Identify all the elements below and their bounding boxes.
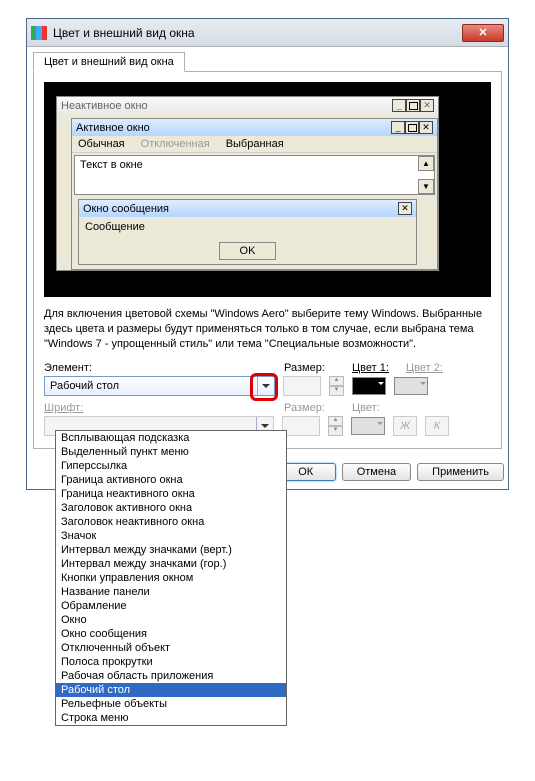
preview-textarea: Текст в окне ▲ ▼ xyxy=(74,155,435,195)
dropdown-option[interactable]: Интервал между значками (гор.) xyxy=(56,557,286,571)
dropdown-option[interactable]: Окно xyxy=(56,613,286,627)
element-label: Элемент: xyxy=(44,362,276,374)
minimize-icon: _ xyxy=(392,99,406,112)
italic-button: К xyxy=(425,416,449,436)
font-color-picker xyxy=(351,417,385,435)
font-color-label: Цвет: xyxy=(352,402,380,414)
color1-label: Цвет 1: xyxy=(352,362,398,374)
preview-inactive-titlebar: Неактивное окно _ ✕ xyxy=(57,97,438,114)
app-icon xyxy=(31,26,47,40)
dropdown-option[interactable]: Рельефные объекты xyxy=(56,697,286,711)
minimize-icon: _ xyxy=(391,121,405,134)
description-text: Для включения цветовой схемы "Windows Ae… xyxy=(44,307,491,352)
dropdown-option[interactable]: Гиперссылка xyxy=(56,459,286,473)
font-size-input xyxy=(282,416,320,436)
dropdown-option[interactable]: Полоса прокрутки xyxy=(56,655,286,669)
size-spinner: ▲ ▼ xyxy=(329,376,344,396)
element-combobox-value: Рабочий стол xyxy=(45,380,257,392)
close-icon: ✕ xyxy=(398,202,412,215)
preview-ok-button: OK xyxy=(219,242,277,260)
preview-textarea-text: Текст в окне xyxy=(80,159,143,171)
preview-active-titlebar: Активное окно _ ✕ xyxy=(72,119,437,136)
dropdown-option[interactable]: Заголовок неактивного окна xyxy=(56,515,286,529)
dropdown-option[interactable]: Название панели xyxy=(56,585,286,599)
apply-button[interactable]: Применить xyxy=(417,463,504,481)
dropdown-option[interactable]: Кнопки управления окном xyxy=(56,571,286,585)
cancel-button[interactable]: Отмена xyxy=(342,463,411,481)
dialog-window: Цвет и внешний вид окна ✕ Цвет и внешний… xyxy=(26,18,509,490)
preview-inactive-window: Неактивное окно _ ✕ Активное окно _ ✕ xyxy=(56,96,439,271)
dropdown-option[interactable]: Строка меню xyxy=(56,711,286,725)
maximize-icon xyxy=(405,121,419,134)
window-title: Цвет и внешний вид окна xyxy=(53,26,462,40)
close-button[interactable]: ✕ xyxy=(462,24,504,42)
dropdown-option[interactable]: Заголовок активного окна xyxy=(56,501,286,515)
chevron-down-icon[interactable] xyxy=(257,377,274,395)
preview-active-window: Активное окно _ ✕ Обычная Отключенная Вы… xyxy=(71,118,438,270)
dropdown-option[interactable]: Граница активного окна xyxy=(56,473,286,487)
dropdown-option[interactable]: Окно сообщения xyxy=(56,627,286,641)
font-size-spinner: ▲ ▼ xyxy=(328,416,343,436)
bold-button: Ж xyxy=(393,416,417,436)
color2-picker xyxy=(394,377,428,395)
preview-area: Неактивное окно _ ✕ Активное окно _ ✕ xyxy=(44,82,491,297)
spinner-down-icon: ▼ xyxy=(329,386,344,396)
size-input xyxy=(283,376,321,396)
scroll-down-icon: ▼ xyxy=(418,179,434,194)
dropdown-option[interactable]: Отключенный объект xyxy=(56,641,286,655)
menu-item-selected: Выбранная xyxy=(226,138,284,150)
dropdown-option[interactable]: Интервал между значками (верт.) xyxy=(56,543,286,557)
close-icon: ✕ xyxy=(420,99,434,112)
spinner-up-icon: ▲ xyxy=(328,416,343,426)
preview-message-window: Окно сообщения ✕ Сообщение OK xyxy=(78,199,417,265)
dropdown-option[interactable]: Всплывающая подсказка xyxy=(56,431,286,445)
spinner-down-icon: ▼ xyxy=(328,426,343,436)
menu-item-disabled: Отключенная xyxy=(141,138,210,150)
size-label: Размер: xyxy=(284,362,344,374)
font-size-label: Размер: xyxy=(284,402,344,414)
element-dropdown-list[interactable]: Всплывающая подсказкаВыделенный пункт ме… xyxy=(55,430,287,726)
preview-menu: Обычная Отключенная Выбранная xyxy=(72,136,437,153)
dropdown-option[interactable]: Обрамление xyxy=(56,599,286,613)
scroll-up-icon: ▲ xyxy=(418,156,434,171)
preview-active-title-text: Активное окно xyxy=(76,122,150,134)
tab-content: Неактивное окно _ ✕ Активное окно _ ✕ xyxy=(33,71,502,449)
element-combobox[interactable]: Рабочий стол xyxy=(44,376,275,396)
labels-row-2: Шрифт: Размер: Цвет: xyxy=(44,402,491,414)
preview-message-titlebar: Окно сообщения ✕ xyxy=(79,200,416,217)
dropdown-option[interactable]: Граница неактивного окна xyxy=(56,487,286,501)
menu-item-normal: Обычная xyxy=(78,138,125,150)
controls-row-1: Рабочий стол ▲ ▼ xyxy=(44,376,491,396)
dropdown-option[interactable]: Значок xyxy=(56,529,286,543)
preview-inactive-title-text: Неактивное окно xyxy=(61,100,148,112)
preview-message-body: Сообщение xyxy=(79,217,416,237)
dropdown-option[interactable]: Рабочий стол xyxy=(56,683,286,697)
preview-message-title-text: Окно сообщения xyxy=(83,203,169,215)
tab-appearance[interactable]: Цвет и внешний вид окна xyxy=(33,52,185,72)
dropdown-option[interactable]: Выделенный пункт меню xyxy=(56,445,286,459)
close-icon: ✕ xyxy=(419,121,433,134)
labels-row-1: Элемент: Размер: Цвет 1: Цвет 2: xyxy=(44,362,491,374)
tab-strip: Цвет и внешний вид окна xyxy=(27,47,508,71)
color2-label: Цвет 2: xyxy=(406,362,443,374)
color1-picker[interactable] xyxy=(352,377,386,395)
font-label: Шрифт: xyxy=(44,402,276,414)
maximize-icon xyxy=(406,99,420,112)
spinner-up-icon: ▲ xyxy=(329,376,344,386)
dropdown-option[interactable]: Рабочая область приложения xyxy=(56,669,286,683)
titlebar[interactable]: Цвет и внешний вид окна ✕ xyxy=(27,19,508,47)
